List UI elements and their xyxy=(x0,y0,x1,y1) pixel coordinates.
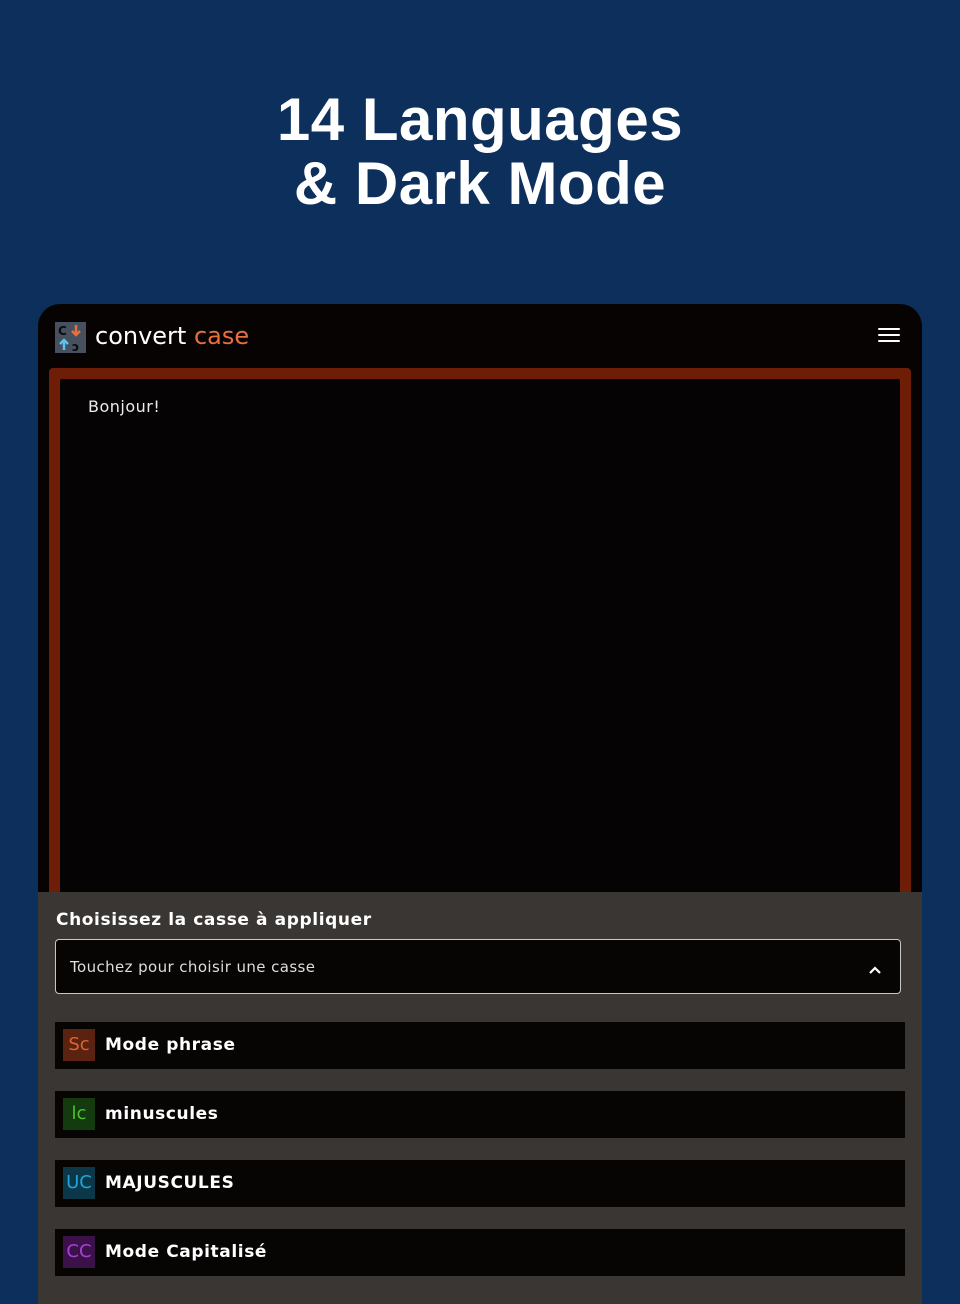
headline-line-1: 14 Languages xyxy=(276,86,684,153)
headline: 14 Languages & Dark Mode xyxy=(0,88,960,216)
headline-line-2: & Dark Mode xyxy=(293,150,667,217)
brand-name-part1: convert xyxy=(95,322,187,350)
svg-text:C: C xyxy=(58,324,67,338)
case-option-badge: UC xyxy=(63,1167,95,1199)
case-picker-label: Choisissez la casse à appliquer xyxy=(56,910,372,930)
app-bar: C ↄ convert case xyxy=(38,304,922,368)
case-picker-sheet: Choisissez la casse à appliquer Touchez … xyxy=(38,892,922,1304)
case-option-badge: CC xyxy=(63,1236,95,1268)
case-option-uppercase[interactable]: UC MAJUSCULES xyxy=(55,1160,905,1207)
case-option-lowercase[interactable]: lc minuscules xyxy=(55,1091,905,1138)
case-option-label: MAJUSCULES xyxy=(105,1173,235,1193)
case-option-label: Mode Capitalisé xyxy=(105,1242,268,1262)
case-option-label: minuscules xyxy=(105,1104,219,1124)
device-screen: C ↄ convert case Bonjour! Choisissez la … xyxy=(38,304,922,1304)
case-option-capitalized[interactable]: CC Mode Capitalisé xyxy=(55,1229,905,1276)
case-option-badge: lc xyxy=(63,1098,95,1130)
editor-frame: Bonjour! xyxy=(49,368,911,939)
svg-text:ↄ: ↄ xyxy=(72,340,79,353)
case-option-badge: Sc xyxy=(63,1029,95,1061)
case-select[interactable]: Touchez pour choisir une casse xyxy=(55,939,901,994)
hamburger-menu-icon[interactable] xyxy=(878,328,900,346)
text-editor[interactable]: Bonjour! xyxy=(60,379,900,939)
brand-name: convert case xyxy=(95,319,249,353)
chevron-up-icon xyxy=(868,960,882,979)
case-option-label: Mode phrase xyxy=(105,1035,236,1055)
editor-text: Bonjour! xyxy=(88,397,161,416)
case-option-sentence[interactable]: Sc Mode phrase xyxy=(55,1022,905,1069)
case-select-placeholder: Touchez pour choisir une casse xyxy=(70,958,316,976)
convert-case-logo-icon: C ↄ xyxy=(55,322,86,353)
brand-name-part2: case xyxy=(193,322,250,350)
